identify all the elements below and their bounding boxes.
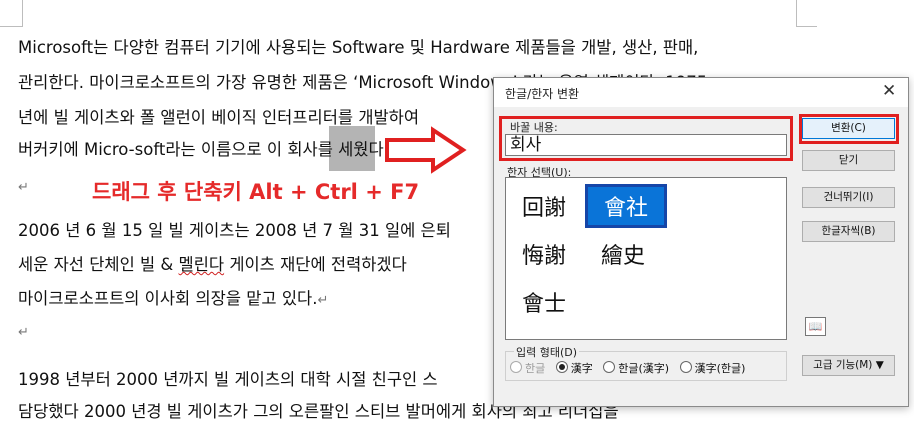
original-label: 바꿀 내용: <box>510 121 558 134</box>
doc-line-4: 버커키에 Micro-soft라는 이름으로 이 회사를 세웠다. <box>18 136 389 160</box>
candidate-item-selected[interactable]: 會社 <box>585 184 667 228</box>
candidate-item[interactable]: 繪史 <box>601 238 645 270</box>
doc-line-4-end: 를 세웠다. <box>317 140 389 159</box>
candidate-item[interactable]: 悔謝 <box>522 238 566 270</box>
dialog-titlebar[interactable]: 한글/한자 변환 ✕ <box>494 78 908 107</box>
doc-line-6: 세운 자선 단체인 빌 & 멜린다 게이츠 재단에 전력하겠다 <box>18 255 407 274</box>
spellcheck-word: 멜린다 <box>178 255 225 274</box>
candidate-item[interactable]: 回謝 <box>522 190 566 222</box>
candidates-list[interactable]: 回謝 會社 悔謝 繪史 會士 <box>505 177 787 340</box>
radio-hanja[interactable]: 漢字 <box>555 361 593 375</box>
doc-line-3: 년에 빌 게이츠와 폴 앨런이 베이직 인터프리터를 개발하여 <box>18 108 420 127</box>
doc-line-1: Microsoft는 다양한 컴퓨터 기기에 사용되는 Software 및 H… <box>18 38 699 57</box>
candidate-item[interactable]: 會士 <box>522 286 566 318</box>
selected-word[interactable]: 회사 <box>287 140 317 159</box>
radio-hangul[interactable]: 한글 <box>510 361 545 375</box>
close-icon[interactable]: ✕ <box>882 81 896 101</box>
page-corner-marker-right <box>796 0 817 27</box>
char-by-char-button[interactable]: 한글자씩(B) <box>802 221 895 242</box>
close-button[interactable]: 닫기 <box>802 150 895 171</box>
original-input[interactable]: 회사 <box>505 134 787 156</box>
radio-hangul-hanja[interactable]: 한글(漢字) <box>603 361 669 375</box>
doc-line-4-start: 버커키에 Micro-soft라는 이름으로 이 <box>18 140 288 159</box>
shortcut-annotation: 드래그 후 단축키 Alt + Ctrl + F7 <box>92 180 420 204</box>
doc-line-8: 1998 년부터 2000 년까지 빌 게이츠의 대학 시절 친구인 스 <box>18 370 438 389</box>
convert-button[interactable]: 변환(C) <box>802 118 895 139</box>
page-corner-marker-left <box>0 0 23 27</box>
doc-line-7: 마이크로소프트의 이사회 의장을 맡고 있다.↵ <box>18 289 329 308</box>
doc-line-5: 2006 년 6 월 15 일 빌 게이츠는 2008 년 7 월 31 일에 … <box>18 221 451 240</box>
skip-button[interactable]: 건너뛰기(I) <box>802 187 895 208</box>
advanced-button[interactable]: 고급 기능(M) ▼ <box>802 355 895 376</box>
dialog-title: 한글/한자 변환 <box>505 87 580 101</box>
radio-hanja-hangul[interactable]: 漢字(한글) <box>679 361 745 375</box>
red-arrow-icon <box>385 126 467 174</box>
input-form-label: 입력 형태(D) <box>514 344 580 360</box>
paragraph-mark: ↵ <box>18 180 29 195</box>
hangul-hanja-dialog: 한글/한자 변환 ✕ 바꿀 내용: 회사 한자 선택(U): 回謝 會社 悔謝 … <box>493 77 909 407</box>
paragraph-mark-2: ↵ <box>18 325 29 340</box>
input-form-radios: 한글 漢字 한글(漢字) 漢字(한글) <box>510 360 745 376</box>
dictionary-book-icon[interactable]: 📖 <box>805 317 826 336</box>
